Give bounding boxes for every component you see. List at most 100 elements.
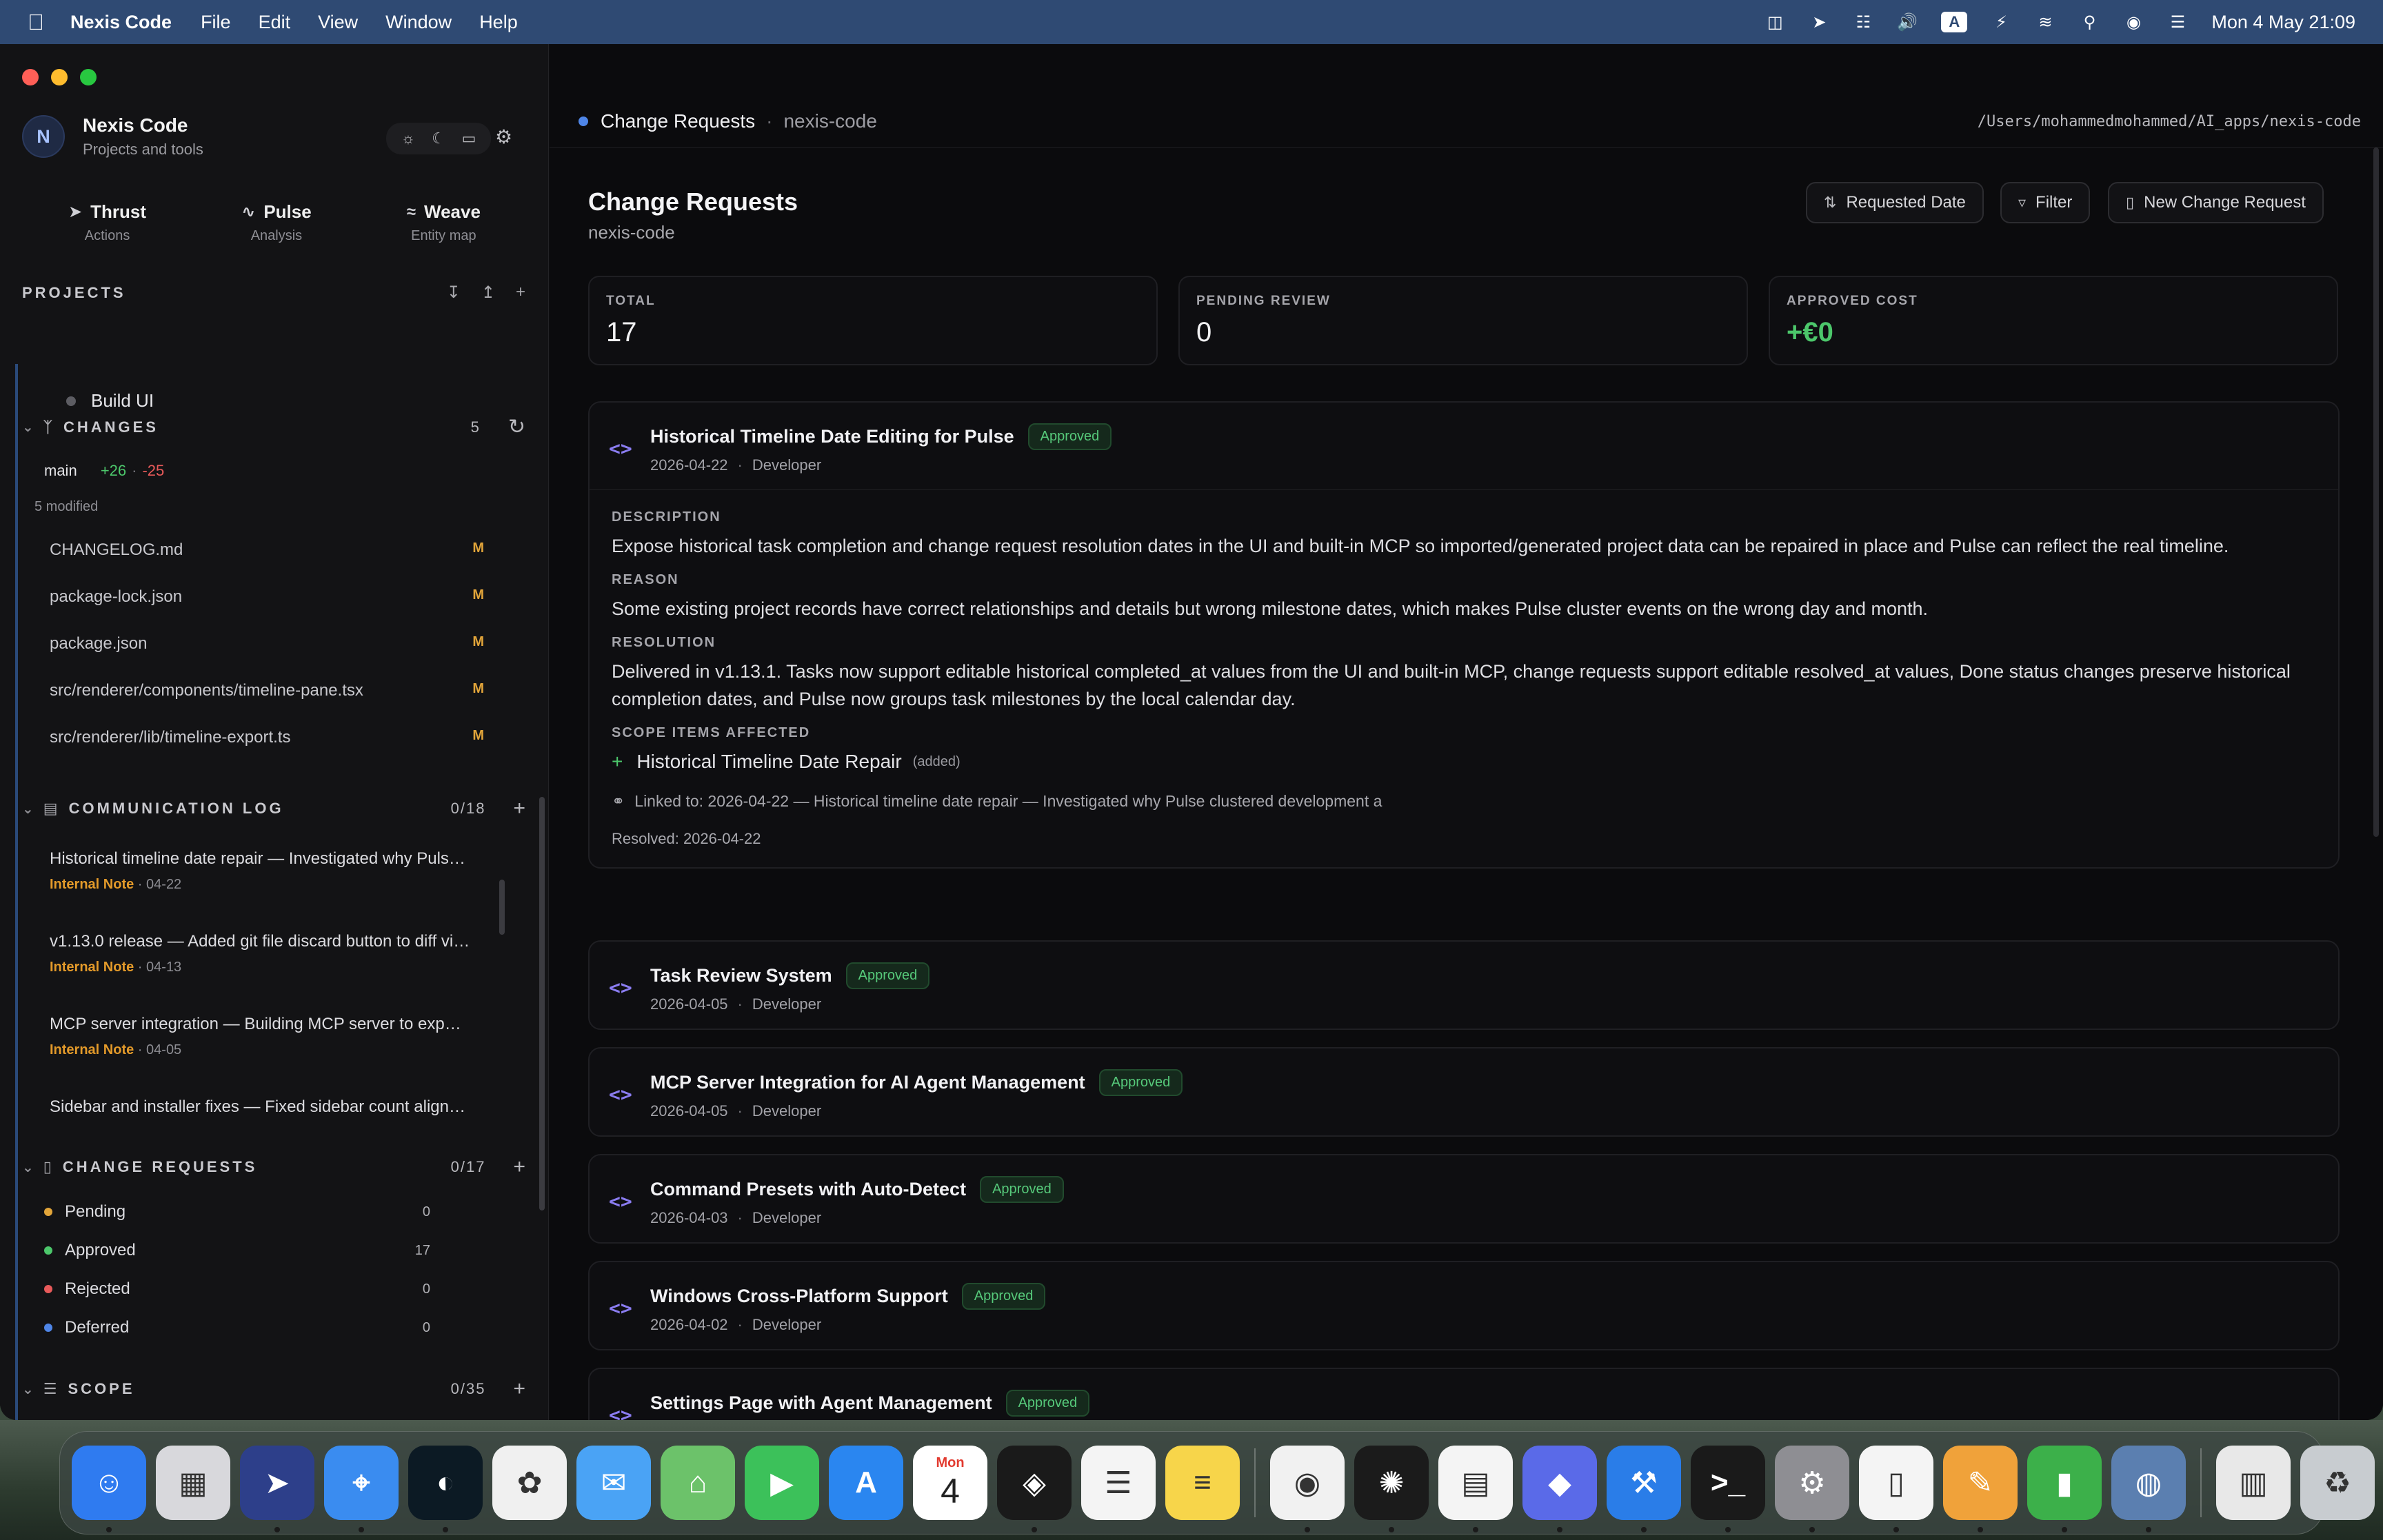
menu-edit[interactable]: Edit bbox=[259, 12, 291, 33]
change-request-card[interactable]: <> Settings Page with Agent Management Ap… bbox=[588, 1368, 2340, 1420]
reminders-icon[interactable]: ☰ bbox=[1081, 1446, 1156, 1520]
chevron-down-icon[interactable]: ⌄ bbox=[22, 418, 34, 436]
change-request-card[interactable]: <> Task Review System Approved 2026-04-05… bbox=[588, 940, 2340, 1030]
notes-icon[interactable]: ≡ bbox=[1165, 1446, 1240, 1520]
new-change-request-button[interactable]: ▯ New Change Request bbox=[2108, 182, 2324, 223]
terminal-icon[interactable]: >_ bbox=[1691, 1446, 1765, 1532]
maps-icon[interactable]: ⌂ bbox=[661, 1446, 735, 1520]
change-request-card[interactable]: <> MCP Server Integration for AI Agent M… bbox=[588, 1047, 2340, 1137]
spotlight-search-icon[interactable]: ⚲ bbox=[2079, 12, 2100, 32]
menu-window[interactable]: Window bbox=[385, 12, 452, 33]
add-change-request-icon[interactable]: + bbox=[513, 1155, 525, 1179]
close-window-button[interactable] bbox=[22, 69, 39, 85]
log-item[interactable]: Historical timeline date repair — Invest… bbox=[50, 849, 470, 893]
changed-file[interactable]: package-lock.json M bbox=[50, 587, 484, 607]
mail-icon[interactable]: ✉ bbox=[576, 1446, 651, 1520]
menu-view[interactable]: View bbox=[318, 12, 358, 33]
main-scrollbar[interactable] bbox=[2373, 148, 2379, 837]
menu-app-name[interactable]: Nexis Code bbox=[70, 12, 172, 33]
breadcrumb-project[interactable]: nexis-code bbox=[783, 110, 876, 132]
project-item[interactable]: Build UI bbox=[66, 390, 154, 412]
gear-icon[interactable]: ⚙ bbox=[495, 125, 512, 148]
changed-file[interactable]: CHANGELOG.md M bbox=[50, 540, 484, 560]
trash-icon[interactable]: ♻ bbox=[2300, 1446, 2375, 1520]
changed-file[interactable]: src/renderer/lib/timeline-export.ts M bbox=[50, 728, 484, 747]
chrome-icon[interactable]: ◉ bbox=[1270, 1446, 1345, 1532]
status-row-approved[interactable]: Approved 17 bbox=[44, 1241, 430, 1260]
status-row-deferred[interactable]: Deferred 0 bbox=[44, 1318, 430, 1337]
photos-icon[interactable]: ✿ bbox=[492, 1446, 567, 1520]
add-log-icon[interactable]: + bbox=[513, 797, 525, 820]
pages-icon[interactable]: ✎ bbox=[1943, 1446, 2018, 1532]
volume-icon[interactable]: 🔊 bbox=[1897, 12, 1918, 32]
system-settings-icon[interactable]: ⚙ bbox=[1775, 1446, 1849, 1532]
safari-icon[interactable]: ⌖ bbox=[324, 1446, 399, 1532]
numbers-icon[interactable]: ▮ bbox=[2027, 1446, 2102, 1532]
launchpad-icon[interactable]: ▦ bbox=[156, 1446, 230, 1520]
wifi-icon[interactable]: ≋ bbox=[2035, 12, 2055, 32]
status-row-pending[interactable]: Pending 0 bbox=[44, 1202, 430, 1222]
add-scope-icon[interactable]: + bbox=[513, 1377, 525, 1401]
sheet-app-icon[interactable]: ▤ bbox=[1438, 1446, 1513, 1532]
apple-menu-icon[interactable]:  bbox=[28, 10, 44, 35]
breadcrumb-section[interactable]: Change Requests bbox=[601, 110, 755, 132]
dark-theme-icon[interactable]: ☾ bbox=[423, 127, 454, 150]
menu-file[interactable]: File bbox=[201, 12, 231, 33]
chevron-down-icon[interactable]: ⌄ bbox=[22, 1159, 34, 1176]
facetime-icon[interactable]: ▶ bbox=[745, 1446, 819, 1520]
input-source-icon[interactable]: A bbox=[1941, 12, 1968, 32]
messenger-icon[interactable]: ◆ bbox=[1522, 1446, 1597, 1532]
comm-log-header[interactable]: ⌄ ▤ COMMUNICATION LOG 0/18 + bbox=[22, 797, 525, 820]
add-project-icon[interactable]: + bbox=[516, 283, 525, 303]
arc-icon[interactable]: ◐ bbox=[408, 1446, 483, 1532]
linked-log[interactable]: ⚭ Linked to: 2026-04-22 — Historical tim… bbox=[612, 792, 2316, 811]
mode-pulse[interactable]: ∿ Pulse Analysis bbox=[241, 201, 311, 244]
scope-item[interactable]: + Historical Timeline Date Repair (added… bbox=[612, 751, 2316, 773]
change-requests-header[interactable]: ⌄ ▯ CHANGE REQUESTS 0/17 + bbox=[22, 1155, 525, 1179]
log-item[interactable]: MCP server integration — Building MCP se… bbox=[50, 1015, 470, 1058]
siri-icon[interactable]: ◉ bbox=[2123, 12, 2144, 32]
archive-icon[interactable]: ▥ bbox=[2216, 1446, 2291, 1520]
xcode-icon[interactable]: ⚒ bbox=[1607, 1446, 1681, 1532]
sidebar-scrollbar[interactable] bbox=[539, 797, 545, 1210]
system-theme-icon[interactable]: ▭ bbox=[454, 127, 484, 150]
status-row-rejected[interactable]: Rejected 0 bbox=[44, 1279, 430, 1299]
copilot-status-icon[interactable]: ➤ bbox=[1809, 12, 1829, 32]
changed-file[interactable]: src/renderer/components/timeline-pane.ts… bbox=[50, 681, 484, 700]
minimize-window-button[interactable] bbox=[51, 69, 68, 85]
change-request-card[interactable]: <> Command Presets with Auto-Detect Appro… bbox=[588, 1154, 2340, 1244]
upload-icon[interactable]: ↥ bbox=[481, 283, 495, 303]
change-request-card-expanded[interactable]: <> Historical Timeline Date Editing for … bbox=[588, 401, 2340, 869]
app-store-icon[interactable]: A bbox=[829, 1446, 903, 1520]
cube-app-icon[interactable]: ◈ bbox=[997, 1446, 1072, 1532]
disk-utility-icon[interactable]: ◍ bbox=[2111, 1446, 2186, 1532]
calendar-icon[interactable]: Mon 4 bbox=[913, 1446, 987, 1520]
clipboard-status-icon[interactable]: ☷ bbox=[1853, 12, 1873, 32]
copilot-icon[interactable]: ➤ bbox=[240, 1446, 314, 1532]
change-request-card[interactable]: <> Windows Cross-Platform Support Approve… bbox=[588, 1261, 2340, 1350]
menu-help[interactable]: Help bbox=[479, 12, 518, 33]
card-header[interactable]: <> Historical Timeline Date Editing for … bbox=[590, 403, 2338, 489]
sort-button[interactable]: ⇅ Requested Date bbox=[1806, 182, 1984, 223]
chatgpt-icon[interactable]: ✺ bbox=[1354, 1446, 1429, 1532]
log-item[interactable]: Sidebar and installer fixes — Fixed side… bbox=[50, 1097, 470, 1117]
changes-header[interactable]: ⌄ ᛉ CHANGES 5 ↻ bbox=[22, 415, 525, 439]
chevron-down-icon[interactable]: ⌄ bbox=[22, 1381, 34, 1398]
log-item[interactable]: v1.13.0 release — Added git file discard… bbox=[50, 932, 470, 975]
chevron-down-icon[interactable]: ⌄ bbox=[22, 800, 34, 818]
zoom-window-button[interactable] bbox=[80, 69, 97, 85]
scope-header[interactable]: ⌄ ☰ SCOPE 0/35 + bbox=[22, 1377, 525, 1401]
menu-clock[interactable]: Mon 4 May 21:09 bbox=[2211, 12, 2355, 33]
battery-icon[interactable]: ⚡ bbox=[1991, 12, 2011, 32]
filter-button[interactable]: ▿ Filter bbox=[2000, 182, 2091, 223]
log-scrollbar[interactable] bbox=[499, 880, 505, 935]
mode-weave[interactable]: ≈ Weave Entity map bbox=[407, 201, 481, 244]
light-theme-icon[interactable]: ☼ bbox=[393, 127, 423, 150]
control-center-icon[interactable]: ☰ bbox=[2167, 12, 2188, 32]
download-icon[interactable]: ↧ bbox=[447, 283, 461, 303]
simulator-icon[interactable]: ▯ bbox=[1859, 1446, 1933, 1532]
cube-status-icon[interactable]: ◫ bbox=[1764, 12, 1785, 32]
mode-thrust[interactable]: ➤ Thrust Actions bbox=[68, 201, 146, 244]
finder-icon[interactable]: ☺ bbox=[72, 1446, 146, 1532]
changed-file[interactable]: package.json M bbox=[50, 634, 484, 654]
